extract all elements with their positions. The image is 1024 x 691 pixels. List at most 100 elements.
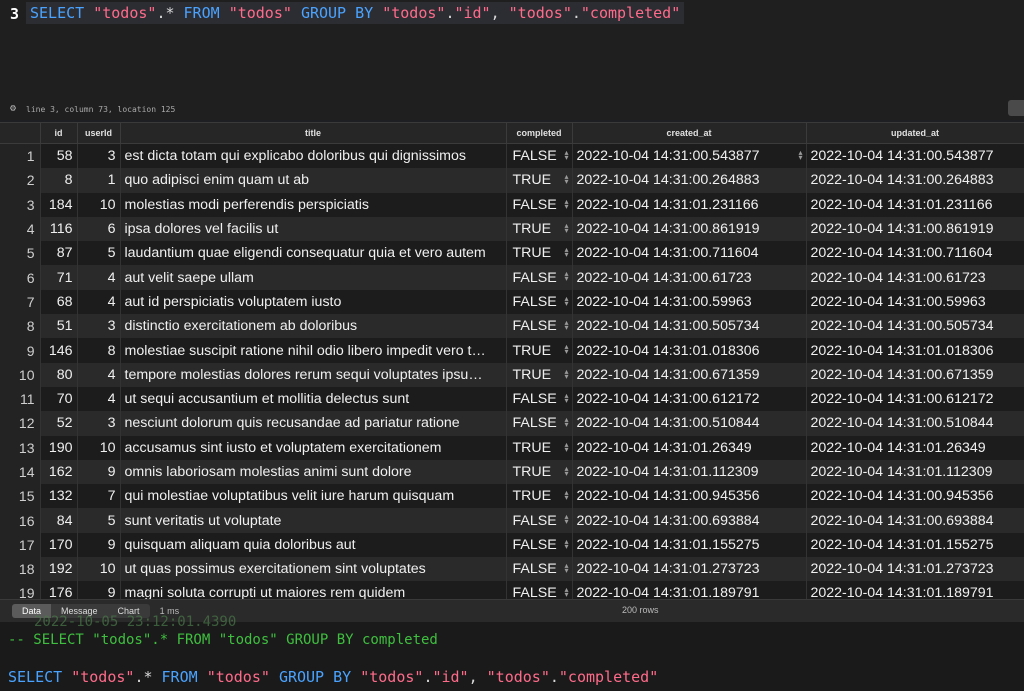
column-header-updated_at[interactable]: updated_at — [806, 123, 1024, 144]
cell-userid[interactable]: 1 — [77, 168, 121, 193]
cell-title[interactable]: sunt veritatis ut voluptate — [120, 508, 507, 533]
cell-completed[interactable]: FALSE ▴ ▾ — [506, 508, 573, 533]
cell-id[interactable]: 176 — [40, 581, 78, 599]
cell-userid[interactable]: 4 — [77, 362, 121, 387]
cell-title[interactable]: ut sequi accusantium et mollitia delectu… — [120, 386, 507, 412]
stepper-icon[interactable]: ▴ ▾ — [564, 246, 568, 259]
table-row[interactable]: 12 52 3 nesciunt dolorum quis recusandae ad… — [0, 411, 1024, 436]
cell-title[interactable]: laudantium quae eligendi consequatur qui… — [120, 241, 507, 266]
cell-completed[interactable]: TRUE ▴ ▾ — [506, 484, 573, 509]
cell-userid[interactable]: 3 — [77, 411, 121, 436]
query-editor-top[interactable]: 3 SELECT "todos".* FROM "todos" GROUP BY… — [0, 0, 1024, 120]
cell-id[interactable]: 170 — [40, 532, 78, 558]
cell-id[interactable]: 192 — [40, 557, 78, 582]
cell-completed[interactable]: FALSE ▴ ▾ — [506, 557, 573, 582]
cell-title[interactable]: est dicta totam qui explicabo doloribus … — [120, 143, 507, 169]
table-row[interactable]: 10 80 4 tempore molestias dolores rerum seq… — [0, 362, 1024, 387]
cell-updated-at[interactable]: 2022-10-04 14:31:01.155275 — [806, 532, 1024, 558]
cell-title[interactable]: molestias modi perferendis perspiciatis — [120, 192, 507, 217]
cell-created-at[interactable]: 2022-10-04 14:31:01.231166 — [572, 192, 807, 217]
column-header-title[interactable]: title — [120, 123, 507, 144]
cell-title[interactable]: magni soluta corrupti ut maiores rem qui… — [120, 581, 507, 599]
stepper-icon[interactable]: ▴ ▾ — [564, 537, 568, 550]
column-header-id[interactable]: id — [40, 123, 78, 144]
cell-id[interactable]: 87 — [40, 241, 78, 266]
cell-completed[interactable]: FALSE ▴ ▾ — [506, 581, 573, 599]
cell-updated-at[interactable]: 2022-10-04 14:31:00.861919 — [806, 216, 1024, 242]
stepper-icon[interactable]: ▴ ▾ — [564, 416, 568, 429]
cell-id[interactable]: 80 — [40, 362, 78, 387]
cell-id[interactable]: 8 — [40, 168, 78, 193]
cell-userid[interactable]: 4 — [77, 265, 121, 290]
cell-created-at[interactable]: 2022-10-04 14:31:00.671359 — [572, 362, 807, 387]
cell-id[interactable]: 52 — [40, 411, 78, 436]
cell-updated-at[interactable]: 2022-10-04 14:31:00.693884 — [806, 508, 1024, 533]
stepper-icon[interactable]: ▴ ▾ — [564, 391, 568, 404]
cell-title[interactable]: ut quas possimus exercitationem sint vol… — [120, 557, 507, 582]
cell-id[interactable]: 132 — [40, 484, 78, 509]
cell-userid[interactable]: 7 — [77, 484, 121, 509]
table-row[interactable]: 11 70 4 ut sequi accusantium et mollitia de… — [0, 386, 1024, 412]
cell-userid[interactable]: 4 — [77, 386, 121, 412]
cell-userid[interactable]: 3 — [77, 314, 121, 339]
table-row[interactable]: 16 84 5 sunt veritatis ut voluptate FALSE ▴ ▾ 2… — [0, 508, 1024, 533]
cell-userid[interactable]: 5 — [77, 241, 121, 266]
cell-id[interactable]: 190 — [40, 435, 78, 460]
cell-created-at[interactable]: 2022-10-04 14:31:00.945356 — [572, 484, 807, 509]
table-row[interactable]: 6 71 4 aut velit saepe ullam FALSE ▴ ▾ 2022-10-… — [0, 265, 1024, 290]
cell-title[interactable]: aut velit saepe ullam — [120, 265, 507, 290]
stepper-icon[interactable]: ▴ ▾ — [564, 489, 568, 502]
cell-userid[interactable]: 8 — [77, 338, 121, 363]
results-grid[interactable]: id userId title completed created_at updated_… — [0, 122, 1024, 599]
cell-title[interactable]: qui molestiae voluptatibus velit iure ha… — [120, 484, 507, 509]
cell-title[interactable]: distinctio exercitationem ab doloribus — [120, 314, 507, 339]
stepper-icon[interactable]: ▴ ▾ — [564, 440, 568, 453]
table-row[interactable]: 17 170 9 quisquam aliquam quia doloribus au… — [0, 532, 1024, 558]
cell-userid[interactable]: 9 — [77, 532, 121, 558]
column-header-userid[interactable]: userId — [77, 123, 121, 144]
cell-updated-at[interactable]: 2022-10-04 14:31:01.26349 — [806, 435, 1024, 460]
gear-icon[interactable]: ⚙ — [10, 104, 20, 114]
cell-created-at[interactable]: 2022-10-04 14:31:01.112309 — [572, 459, 807, 485]
cell-created-at[interactable]: 2022-10-04 14:31:01.018306 — [572, 338, 807, 363]
stepper-icon[interactable]: ▴ ▾ — [564, 464, 568, 477]
table-row[interactable]: 3 184 10 molestias modi perferendis perspic… — [0, 192, 1024, 217]
query-editor-bottom[interactable]: 2022-10-05 23:12:01.4390 -- SELECT "todo… — [0, 614, 1024, 691]
sql-query-line-bottom[interactable]: SELECT "todos".* FROM "todos" GROUP BY "… — [8, 668, 658, 686]
cell-created-at[interactable]: 2022-10-04 14:31:00.264883 — [572, 168, 807, 193]
cell-completed[interactable]: TRUE ▴ ▾ — [506, 241, 573, 266]
cell-completed[interactable]: FALSE ▴ ▾ — [506, 314, 573, 339]
cell-updated-at[interactable]: 2022-10-04 14:31:00.61723 — [806, 265, 1024, 290]
cell-completed[interactable]: FALSE ▴ ▾ — [506, 411, 573, 436]
cell-created-at[interactable]: 2022-10-04 14:31:00.612172 — [572, 386, 807, 412]
stepper-icon[interactable]: ▴ ▾ — [564, 513, 568, 526]
cell-title[interactable]: omnis laboriosam molestias animi sunt do… — [120, 459, 507, 485]
stepper-icon[interactable]: ▴ ▾ — [564, 197, 568, 210]
cell-created-at[interactable]: 2022-10-04 14:31:01.155275 — [572, 532, 807, 558]
cell-userid[interactable]: 4 — [77, 289, 121, 315]
cell-title[interactable]: quo adipisci enim quam ut ab — [120, 168, 507, 193]
cell-title[interactable]: quisquam aliquam quia doloribus aut — [120, 532, 507, 558]
stepper-icon[interactable]: ▴ ▾ — [564, 562, 568, 575]
cell-completed[interactable]: FALSE ▴ ▾ — [506, 532, 573, 558]
table-row[interactable]: 14 162 9 omnis laboriosam molestias animi s… — [0, 459, 1024, 485]
cell-id[interactable]: 68 — [40, 289, 78, 315]
cell-userid[interactable]: 5 — [77, 508, 121, 533]
table-row[interactable]: 5 87 5 laudantium quae eligendi consequatur… — [0, 241, 1024, 266]
cell-completed[interactable]: FALSE ▴ ▾ — [506, 289, 573, 315]
cell-created-at[interactable]: 2022-10-04 14:31:00.510844 — [572, 411, 807, 436]
cell-id[interactable]: 116 — [40, 216, 78, 242]
cell-title[interactable]: molestiae suscipit ratione nihil odio li… — [120, 338, 507, 363]
stepper-icon[interactable]: ▴ ▾ — [564, 367, 568, 380]
cell-created-at[interactable]: 2022-10-04 14:31:01.189791 — [572, 581, 807, 599]
cell-created-at[interactable]: 2022-10-04 14:31:00.61723 — [572, 265, 807, 290]
column-header-completed[interactable]: completed — [506, 123, 573, 144]
cell-id[interactable]: 146 — [40, 338, 78, 363]
editor-scrollbar[interactable] — [1008, 100, 1024, 116]
stepper-icon[interactable]: ▴ ▾ — [798, 149, 802, 162]
cell-title[interactable]: aut id perspiciatis voluptatem iusto — [120, 289, 507, 315]
cell-userid[interactable]: 10 — [77, 435, 121, 460]
stepper-icon[interactable]: ▴ ▾ — [564, 149, 568, 162]
cell-id[interactable]: 51 — [40, 314, 78, 339]
column-header-created_at[interactable]: created_at — [572, 123, 807, 144]
